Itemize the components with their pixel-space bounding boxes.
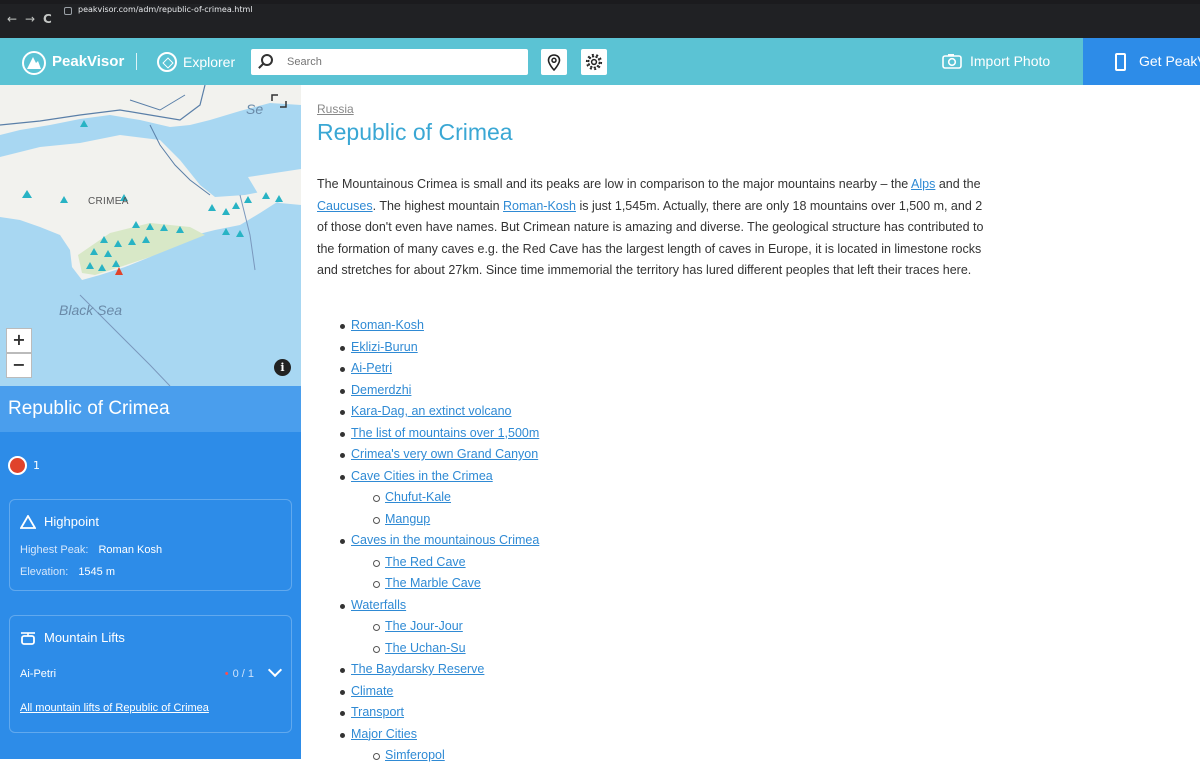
- highpoint-card: Highpoint Highest Peak: Roman Kosh Elevat…: [9, 499, 292, 591]
- toc-item[interactable]: Crimea's very own Grand Canyon: [317, 444, 539, 466]
- lock-icon: [64, 7, 72, 15]
- sidebar-title: Republic of Crimea: [8, 398, 170, 419]
- toc-item[interactable]: Cave Cities in the Crimea: [317, 466, 539, 488]
- toc-item[interactable]: Simferopol: [317, 745, 539, 767]
- import-photo-button[interactable]: Import Photo: [942, 53, 1050, 69]
- browser-toolbar: ← → C peakvisor.com/adm/republic-of-crim…: [0, 0, 1200, 38]
- search-input[interactable]: [287, 52, 517, 72]
- toc-item[interactable]: Climate: [317, 681, 539, 703]
- toc-item[interactable]: The Baydarsky Reserve: [317, 659, 539, 681]
- search-box[interactable]: [251, 49, 528, 75]
- map-label-sea: Se: [246, 101, 264, 117]
- elevation-value: 1545 m: [78, 566, 116, 578]
- toc-item[interactable]: The Jour-Jour: [317, 616, 539, 638]
- region-map[interactable]: CRIMEA Black Sea Se: [0, 85, 301, 386]
- intro-paragraph: The Mountainous Crimea is small and its …: [317, 174, 992, 282]
- location-pin-button[interactable]: [541, 49, 567, 75]
- table-of-contents: Roman-Kosh Eklizi-Burun Ai-Petri Demerdzhi K…: [317, 315, 539, 767]
- lifts-title: Mountain Lifts: [20, 630, 125, 645]
- page-title: Republic of Crimea: [317, 119, 513, 145]
- cable-car-icon: [21, 631, 35, 645]
- location-pin-icon: [547, 53, 561, 71]
- intro-text-2: and the: [935, 177, 981, 191]
- address-bar[interactable]: peakvisor.com/adm/republic-of-crimea.htm…: [78, 3, 253, 17]
- all-lifts-link[interactable]: All mountain lifts of Republic of Crimea: [20, 702, 209, 714]
- forward-icon[interactable]: →: [25, 9, 35, 29]
- map-info-icon[interactable]: i: [274, 359, 291, 376]
- toc-item[interactable]: Kara-Dag, an extinct volcano: [317, 401, 539, 423]
- map-label-black-sea: Black Sea: [59, 302, 123, 318]
- toc-item[interactable]: The list of mountains over 1,500m: [317, 423, 539, 445]
- mountain-lifts-card: Mountain Lifts Ai-Petri • 0 / 1 All mount…: [9, 615, 292, 733]
- roman-kosh-link[interactable]: Roman-Kosh: [503, 199, 576, 213]
- toc-item[interactable]: Chufut-Kale: [317, 487, 539, 509]
- breadcrumb[interactable]: Russia: [317, 102, 354, 116]
- map-label-crimea: CRIMEA: [88, 196, 129, 207]
- peakvisor-badge-icon: [8, 456, 27, 475]
- zoom-in-button[interactable]: +: [6, 328, 32, 353]
- lift-count: • 0 / 1: [225, 668, 254, 680]
- settings-button[interactable]: [581, 49, 607, 75]
- toc-item[interactable]: Waterfalls: [317, 595, 539, 617]
- elevation-row: Elevation: 1545 m: [20, 566, 115, 578]
- chevron-down-icon[interactable]: [267, 662, 283, 678]
- camera-icon: [942, 54, 962, 69]
- toc-item[interactable]: The Uchan-Su: [317, 638, 539, 660]
- toc-item[interactable]: Ai-Petri: [317, 358, 539, 380]
- zoom-out-button[interactable]: −: [6, 353, 32, 378]
- mountain-icon: [20, 514, 36, 529]
- map-canvas[interactable]: [0, 85, 301, 386]
- lifts-title-label: Mountain Lifts: [44, 630, 125, 645]
- site-header: PeakVisor Explorer Import Photo: [0, 38, 1200, 85]
- status-dot-icon: •: [224, 668, 229, 680]
- lift-name: Ai-Petri: [20, 668, 57, 680]
- explorer-link[interactable]: Explorer: [183, 54, 235, 70]
- import-photo-label: Import Photo: [970, 53, 1051, 69]
- toc-item[interactable]: The Marble Cave: [317, 573, 539, 595]
- peakvisor-logo-icon[interactable]: [22, 51, 46, 75]
- get-app-button[interactable]: Get PeakVisor: [1083, 38, 1200, 85]
- toc-item[interactable]: Roman-Kosh: [317, 315, 539, 337]
- phone-icon: [1115, 53, 1126, 71]
- lift-row[interactable]: Ai-Petri • 0 / 1: [20, 662, 283, 680]
- toc-item[interactable]: Eklizi-Burun: [317, 337, 539, 359]
- search-icon: [261, 54, 273, 66]
- elevation-label: Elevation:: [20, 566, 69, 578]
- rank-count: 1: [33, 459, 40, 472]
- highest-peak-value[interactable]: Roman Kosh: [98, 544, 162, 556]
- brand-name[interactable]: PeakVisor: [52, 53, 124, 70]
- reload-icon[interactable]: C: [43, 9, 52, 29]
- toc-item[interactable]: The Red Cave: [317, 552, 539, 574]
- rank-indicator: 1: [8, 456, 40, 475]
- toc-item[interactable]: Caves in the mountainous Crimea: [317, 530, 539, 552]
- highpoint-title: Highpoint: [20, 514, 99, 529]
- toc-item[interactable]: Transport: [317, 702, 539, 724]
- intro-text-1: The Mountainous Crimea is small and its …: [317, 177, 912, 191]
- sidebar-title-bar: Republic of Crimea: [0, 386, 301, 432]
- back-icon[interactable]: ←: [7, 9, 17, 29]
- toc-item[interactable]: Mangup: [317, 509, 539, 531]
- header-divider: [136, 53, 137, 70]
- toc-item[interactable]: Major Cities: [317, 724, 539, 746]
- caucuses-link[interactable]: Caucuses: [317, 199, 373, 213]
- highest-peak-row: Highest Peak: Roman Kosh: [20, 544, 162, 556]
- highest-peak-label: Highest Peak:: [20, 544, 89, 556]
- get-app-label: Get PeakVisor: [1139, 53, 1200, 69]
- intro-text-3: . The highest mountain: [372, 198, 504, 213]
- gear-icon: [585, 53, 603, 71]
- highpoint-title-label: Highpoint: [44, 514, 99, 529]
- toc-item[interactable]: Demerdzhi: [317, 380, 539, 402]
- alps-link[interactable]: Alps: [911, 177, 935, 191]
- compass-icon[interactable]: [157, 52, 177, 72]
- lift-count-value: 0 / 1: [232, 668, 254, 680]
